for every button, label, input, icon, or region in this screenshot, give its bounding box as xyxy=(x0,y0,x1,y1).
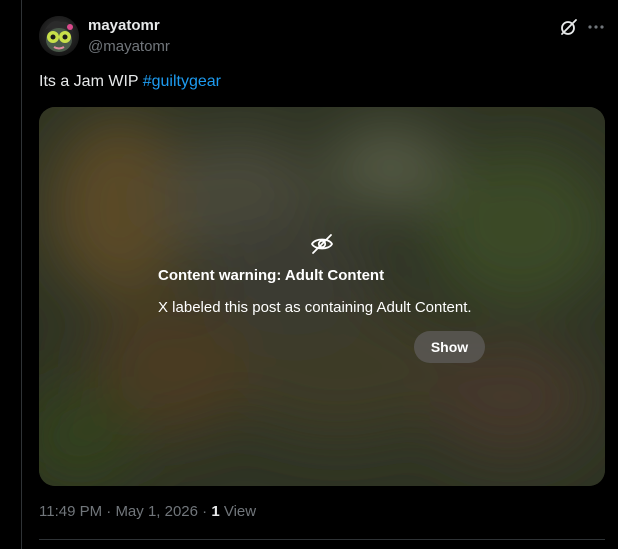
tweet-text-body: Its a Jam WIP xyxy=(39,73,143,90)
meta-separator: · xyxy=(102,503,116,520)
blurred-media-image xyxy=(39,107,605,486)
hashtag-link[interactable]: #guiltygear xyxy=(143,73,221,90)
avatar[interactable] xyxy=(39,16,79,56)
author-display-name[interactable]: mayatomr xyxy=(88,17,160,34)
content-warning-title: Content warning: Adult Content xyxy=(158,267,385,284)
timeline-border xyxy=(21,0,22,549)
views-count: 1 xyxy=(211,503,220,520)
tweet-text: Its a Jam WIP #guiltygear xyxy=(39,73,221,91)
tweet-time[interactable]: 11:49 PM xyxy=(39,503,102,520)
author-handle[interactable]: @mayatomr xyxy=(88,38,170,55)
meta-separator: · xyxy=(198,503,212,520)
show-media-button[interactable]: Show xyxy=(414,331,485,363)
views-label: View xyxy=(219,503,257,520)
avatar-image xyxy=(39,16,79,56)
tweet-meta: 11:49 PM · May 1, 2026 · 1 View xyxy=(39,503,256,520)
tweet-page: mayatomr @mayatomr Its a Jam WIP #guilty… xyxy=(0,0,618,549)
grok-icon[interactable] xyxy=(560,18,578,36)
more-options-icon[interactable] xyxy=(587,18,605,36)
divider xyxy=(39,539,605,540)
tweet-date[interactable]: May 1, 2026 xyxy=(115,503,198,520)
eye-off-icon xyxy=(310,232,334,256)
content-warning-description: X labeled this post as containing Adult … xyxy=(158,299,472,316)
sensitive-media[interactable]: Content warning: Adult Content X labeled… xyxy=(39,107,605,486)
